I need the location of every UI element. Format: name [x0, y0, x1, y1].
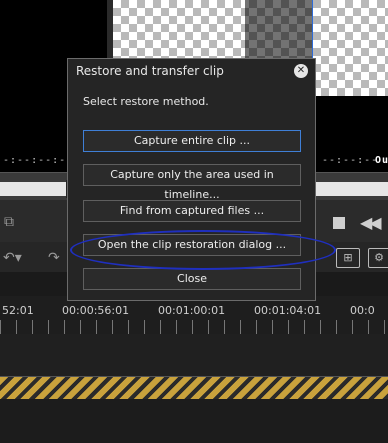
ruler-label: 00:0: [350, 304, 375, 317]
mixer-icon[interactable]: ⊞: [336, 248, 360, 268]
rewind-icon[interactable]: ◀◀: [360, 213, 382, 232]
ruler-label: 00:00:56:01: [62, 304, 130, 317]
stop-icon[interactable]: [333, 217, 345, 229]
timeline-track-clip[interactable]: [0, 376, 388, 400]
ruler-label: 00:01:04:01: [254, 304, 322, 317]
find-captured-files-button[interactable]: Find from captured files ...: [83, 200, 301, 222]
dialog-header: Restore and transfer clip ✕: [68, 59, 315, 83]
capture-timeline-area-button[interactable]: Capture only the area used in timeline..…: [83, 164, 301, 201]
close-icon[interactable]: ✕: [294, 64, 308, 78]
dialog-instruction: Select restore method.: [83, 95, 209, 108]
redo-icon[interactable]: ↷: [48, 250, 60, 266]
timeline-track-empty[interactable]: [0, 334, 388, 377]
undo-icon[interactable]: ↶▾: [3, 250, 22, 266]
ruler-label: 52:01: [2, 304, 34, 317]
restore-transfer-dialog: Restore and transfer clip ✕ Select resto…: [67, 58, 316, 301]
dialog-title: Restore and transfer clip: [76, 64, 224, 78]
clip-icon[interactable]: ⧉: [4, 214, 14, 230]
close-button[interactable]: Close: [83, 268, 301, 290]
ruler-label: 00:01:00:01: [158, 304, 226, 317]
settings-icon[interactable]: ⚙: [368, 248, 388, 268]
ruler-ticks: [0, 320, 388, 334]
source-timecode: -:--:--:--: [3, 155, 74, 166]
program-timecode: --:--:--: [322, 155, 379, 166]
capture-entire-clip-button[interactable]: Capture entire clip ...: [83, 130, 301, 152]
open-clip-restoration-button[interactable]: Open the clip restoration dialog ...: [83, 234, 301, 256]
timeline-track-lower[interactable]: [0, 399, 388, 443]
out-point-label: Ou: [375, 155, 388, 166]
